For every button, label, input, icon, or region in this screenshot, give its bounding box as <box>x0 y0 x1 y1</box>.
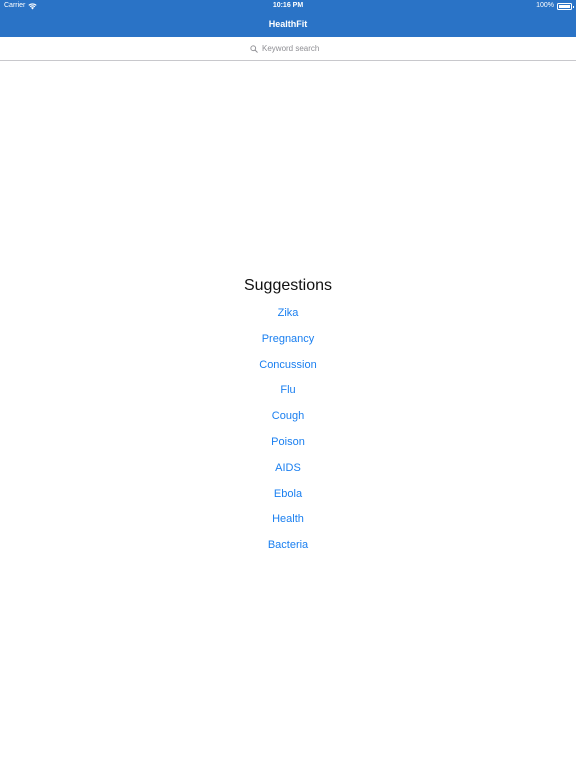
suggestion-link-poison[interactable]: Poison <box>271 436 305 448</box>
suggestion-item: Flu <box>0 376 576 402</box>
suggestion-link-zika[interactable]: Zika <box>278 307 299 319</box>
search-input[interactable] <box>262 44 326 53</box>
status-bar: Carrier 10:16 PM 100% <box>0 0 576 12</box>
suggestion-link-bacteria[interactable]: Bacteria <box>268 539 308 551</box>
search-bar <box>0 37 576 61</box>
battery-percent: 100% <box>536 2 554 9</box>
suggestion-list: Zika Pregnancy Concussion Flu Cough Pois… <box>0 299 576 557</box>
suggestion-item: Poison <box>0 428 576 454</box>
suggestion-link-concussion[interactable]: Concussion <box>259 359 316 371</box>
suggestion-link-flu[interactable]: Flu <box>280 384 295 396</box>
suggestion-item: Pregnancy <box>0 325 576 351</box>
suggestion-link-cough[interactable]: Cough <box>272 410 304 422</box>
suggestion-link-pregnancy[interactable]: Pregnancy <box>262 333 315 345</box>
status-right: 100% <box>536 0 574 12</box>
suggestion-item: Health <box>0 505 576 531</box>
search-icon <box>250 44 258 53</box>
search-field[interactable] <box>250 44 326 53</box>
suggestion-item: Cough <box>0 402 576 428</box>
suggestion-item: Concussion <box>0 351 576 377</box>
suggestion-item: AIDS <box>0 454 576 480</box>
battery-icon <box>557 2 574 10</box>
suggestion-item: Ebola <box>0 480 576 506</box>
suggestion-item: Zika <box>0 299 576 325</box>
navigation-bar: HealthFit <box>0 12 576 37</box>
status-time: 10:16 PM <box>272 2 304 9</box>
battery-fill <box>559 4 570 8</box>
suggestion-link-health[interactable]: Health <box>272 513 304 525</box>
suggestions-section: Suggestions Zika Pregnancy Concussion Fl… <box>0 275 576 557</box>
suggestions-title: Suggestions <box>243 277 333 294</box>
suggestion-item: Bacteria <box>0 531 576 557</box>
suggestion-link-aids[interactable]: AIDS <box>275 462 301 474</box>
app-title: HealthFit <box>268 19 308 29</box>
suggestion-link-ebola[interactable]: Ebola <box>274 488 302 500</box>
